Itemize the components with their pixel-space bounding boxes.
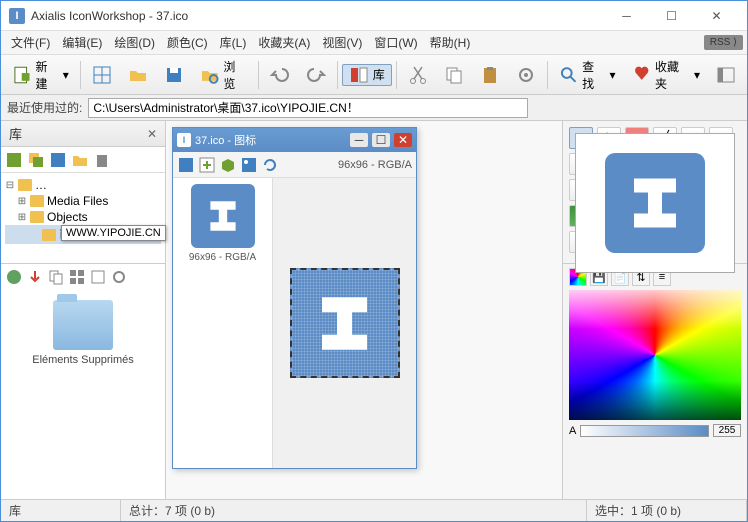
library-sidebar: 库 ✕ ⊟… ⊞Media Files ⊞Objects 已删除项 WWW.YI… bbox=[1, 121, 166, 501]
thumbnail-panel: 96x96 - RGB/A bbox=[173, 178, 273, 468]
status-lib: 库 bbox=[1, 500, 121, 521]
new-lib-icon[interactable] bbox=[5, 151, 23, 169]
copy2-icon[interactable] bbox=[47, 268, 65, 286]
search-button[interactable]: 查找 ▾ bbox=[552, 59, 623, 91]
menu-help[interactable]: 帮助(H) bbox=[424, 32, 477, 53]
library-button[interactable]: 库 bbox=[342, 64, 392, 86]
status-bar: 库 总计：7 项 (0 b) 选中：1 项 (0 b) bbox=[1, 499, 747, 521]
menu-view[interactable]: 视图(V) bbox=[316, 32, 368, 53]
redo-icon[interactable] bbox=[299, 59, 333, 91]
globe-icon[interactable] bbox=[5, 268, 23, 286]
color-palette[interactable] bbox=[569, 290, 741, 420]
img-lib-icon[interactable] bbox=[49, 151, 67, 169]
panel-icon[interactable] bbox=[709, 59, 743, 91]
edit-canvas[interactable] bbox=[273, 178, 416, 468]
maximize-button[interactable]: ☐ bbox=[649, 2, 694, 30]
sidebar-close-icon[interactable]: ✕ bbox=[147, 127, 157, 141]
grid-icon[interactable] bbox=[85, 59, 119, 91]
doc-maximize[interactable]: ☐ bbox=[372, 133, 390, 147]
down-icon[interactable] bbox=[26, 268, 44, 286]
doc-refresh-icon[interactable] bbox=[261, 156, 279, 174]
menu-favorites[interactable]: 收藏夹(A) bbox=[252, 32, 316, 53]
menu-edit[interactable]: 编辑(E) bbox=[56, 32, 108, 53]
copy3-icon[interactable] bbox=[89, 268, 107, 286]
favorites-button[interactable]: 收藏夹 ▾ bbox=[625, 59, 708, 91]
main-toolbar: 新建 ▾ 浏览 库 查找 ▾ 收藏夹 ▾ bbox=[1, 55, 747, 95]
doc-close[interactable]: ✕ bbox=[394, 133, 412, 147]
tooltip: WWW.YIPOJIE.CN bbox=[61, 225, 166, 241]
settings-icon[interactable] bbox=[509, 59, 543, 91]
menubar: 文件(F) 编辑(E) 绘图(D) 颜色(C) 库(L) 收藏夹(A) 视图(V… bbox=[1, 31, 747, 55]
doc-info: 96x96 - RGB/A bbox=[338, 159, 412, 171]
doc-img-icon[interactable] bbox=[240, 156, 258, 174]
open-icon[interactable] bbox=[121, 59, 155, 91]
grid2-icon[interactable] bbox=[68, 268, 86, 286]
doc-save-icon[interactable] bbox=[177, 156, 195, 174]
new-button[interactable]: 新建 ▾ bbox=[5, 59, 76, 91]
minimize-button[interactable]: ─ bbox=[604, 2, 649, 30]
dup-lib-icon[interactable] bbox=[27, 151, 45, 169]
doc-add-icon[interactable] bbox=[198, 156, 216, 174]
gear2-icon[interactable] bbox=[110, 268, 128, 286]
cut-icon[interactable] bbox=[401, 59, 435, 91]
doc-box-icon[interactable] bbox=[219, 156, 237, 174]
library-tree[interactable]: ⊟… ⊞Media Files ⊞Objects 已删除项 bbox=[1, 173, 165, 263]
menu-window[interactable]: 窗口(W) bbox=[368, 32, 423, 53]
path-bar: 最近使用过的: bbox=[1, 95, 747, 121]
doc-minimize[interactable]: ─ bbox=[350, 133, 368, 147]
undo-icon[interactable] bbox=[263, 59, 297, 91]
thumb-label: 96x96 - RGB/A bbox=[179, 252, 266, 264]
menu-library[interactable]: 库(L) bbox=[214, 32, 253, 53]
menu-draw[interactable]: 绘图(D) bbox=[108, 32, 161, 53]
thumbnail[interactable] bbox=[191, 184, 255, 248]
menu-color[interactable]: 颜色(C) bbox=[161, 32, 214, 53]
menu-file[interactable]: 文件(F) bbox=[5, 32, 56, 53]
close-button[interactable]: ✕ bbox=[694, 2, 739, 30]
folder-icon[interactable] bbox=[53, 300, 113, 350]
app-icon: I bbox=[9, 8, 25, 24]
alpha-label: A bbox=[569, 425, 576, 437]
copy-icon[interactable] bbox=[437, 59, 471, 91]
doc-title: 37.ico - 图标 bbox=[195, 132, 346, 148]
alpha-slider[interactable] bbox=[580, 425, 709, 437]
status-sel: 选中：1 项 (0 b) bbox=[587, 500, 747, 521]
sidebar-toolbar bbox=[1, 147, 165, 173]
rss-badge[interactable]: RSS ⟩ bbox=[704, 35, 743, 50]
preview-panel bbox=[575, 133, 735, 273]
paste-icon[interactable] bbox=[473, 59, 507, 91]
sidebar-title: 库 bbox=[9, 124, 147, 143]
alpha-value[interactable]: 255 bbox=[713, 424, 741, 437]
del-lib-icon[interactable] bbox=[93, 151, 111, 169]
titlebar: I Axialis IconWorkshop - 37.ico ─ ☐ ✕ bbox=[1, 1, 747, 31]
doc-icon: I bbox=[177, 133, 191, 147]
path-input[interactable] bbox=[88, 98, 528, 118]
window-title: Axialis IconWorkshop - 37.ico bbox=[31, 9, 604, 23]
status-total: 总计：7 项 (0 b) bbox=[121, 500, 587, 521]
browse-button[interactable]: 浏览 bbox=[193, 59, 254, 91]
folder-lib-icon[interactable] bbox=[71, 151, 89, 169]
document-window: I 37.ico - 图标 ─ ☐ ✕ 96x96 - RGB/A bbox=[172, 127, 417, 469]
folder-label: Eléments Supprimés bbox=[5, 354, 161, 367]
save-icon[interactable] bbox=[157, 59, 191, 91]
path-label: 最近使用过的: bbox=[7, 99, 82, 116]
